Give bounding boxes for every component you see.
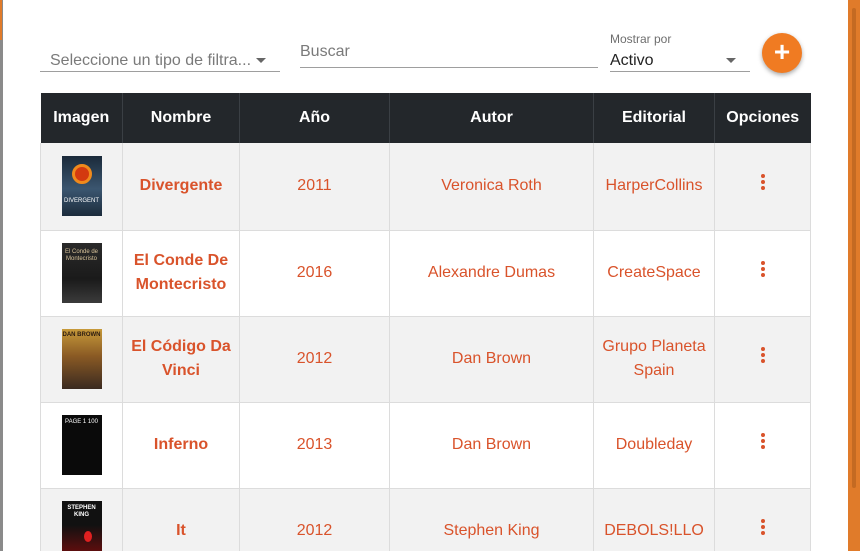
plus-icon: + [773, 36, 791, 67]
book-cover-image: DAN BROWN [61, 329, 102, 389]
book-cover-image: STEPHEN KING [61, 501, 102, 551]
more-options-icon[interactable] [760, 517, 766, 537]
book-year: 2012 [239, 316, 390, 403]
options-cell [714, 402, 811, 489]
book-publisher: CreateSpace [593, 230, 715, 317]
book-name: Divergente [122, 143, 240, 231]
scrollbar[interactable] [852, 8, 856, 488]
book-author: Dan Brown [389, 316, 594, 403]
table-row[interactable]: STEPHEN KING It 2012 Stephen King DEBOLS… [40, 488, 811, 551]
table-row[interactable]: DIVERGENT Divergente 2011 Veronica Roth … [40, 143, 811, 231]
book-year: 2013 [239, 402, 390, 489]
book-publisher: HarperCollins [593, 143, 715, 231]
header-author[interactable]: Autor [389, 93, 594, 143]
toolbar: Seleccione un tipo de filtra... Buscar M… [3, 0, 848, 92]
header-name[interactable]: Nombre [122, 93, 240, 143]
book-name: It [122, 488, 240, 551]
cover-cell: STEPHEN KING [40, 488, 123, 551]
options-cell [714, 230, 811, 317]
show-by-label: Mostrar por [610, 32, 672, 46]
header-publisher[interactable]: Editorial [593, 93, 715, 143]
header-options: Opciones [714, 93, 811, 143]
table-row[interactable]: PAGE 1 100 Inferno 2013 Dan Brown Double… [40, 402, 811, 489]
book-cover-image: El Conde de Montecristo [61, 243, 102, 303]
book-year: 2016 [239, 230, 390, 317]
book-author: Stephen King [389, 488, 594, 551]
table-row[interactable]: DAN BROWN El Código Da Vinci 2012 Dan Br… [40, 316, 811, 403]
chevron-down-icon [726, 58, 736, 63]
book-cover-image: PAGE 1 100 [61, 415, 102, 475]
book-publisher: Grupo Planeta Spain [593, 316, 715, 403]
book-name: El Conde De Montecristo [122, 230, 240, 317]
options-cell [714, 316, 811, 403]
search-placeholder: Buscar [300, 43, 350, 60]
book-publisher: Doubleday [593, 402, 715, 489]
book-author: Veronica Roth [389, 143, 594, 231]
header-image[interactable]: Imagen [40, 93, 123, 143]
show-by-select[interactable]: Mostrar por Activo [610, 32, 750, 72]
book-name: Inferno [122, 402, 240, 489]
chevron-down-icon [256, 58, 266, 63]
options-cell [714, 488, 811, 551]
cover-cell: El Conde de Montecristo [40, 230, 123, 317]
book-publisher: DEBOLS!LLO [593, 488, 715, 551]
options-cell [714, 143, 811, 231]
window-left-accent [0, 0, 2, 40]
cover-cell: DAN BROWN [40, 316, 123, 403]
search-input[interactable]: Buscar [300, 40, 598, 68]
cover-cell: DIVERGENT [40, 143, 123, 231]
book-name: El Código Da Vinci [122, 316, 240, 403]
books-dialog: Seleccione un tipo de filtra... Buscar M… [3, 0, 848, 551]
cover-cell: PAGE 1 100 [40, 402, 123, 489]
more-options-icon[interactable] [760, 431, 766, 451]
filter-type-placeholder: Seleccione un tipo de filtra... [50, 52, 252, 69]
table-header-row: Imagen Nombre Año Autor Editorial Opcion… [40, 93, 811, 143]
book-year: 2011 [239, 143, 390, 231]
header-year[interactable]: Año [239, 93, 390, 143]
table-row[interactable]: El Conde de Montecristo El Conde De Mont… [40, 230, 811, 317]
show-by-value: Activo [610, 52, 654, 69]
book-author: Alexandre Dumas [389, 230, 594, 317]
background-strip [848, 0, 860, 551]
more-options-icon[interactable] [760, 259, 766, 279]
more-options-icon[interactable] [760, 345, 766, 365]
book-cover-image: DIVERGENT [61, 156, 102, 217]
book-year: 2012 [239, 488, 390, 551]
books-table: Imagen Nombre Año Autor Editorial Opcion… [40, 93, 811, 551]
book-author: Dan Brown [389, 402, 594, 489]
more-options-icon[interactable] [760, 172, 766, 192]
add-book-button[interactable]: + [762, 33, 802, 73]
filter-type-select[interactable]: Seleccione un tipo de filtra... [40, 48, 280, 72]
